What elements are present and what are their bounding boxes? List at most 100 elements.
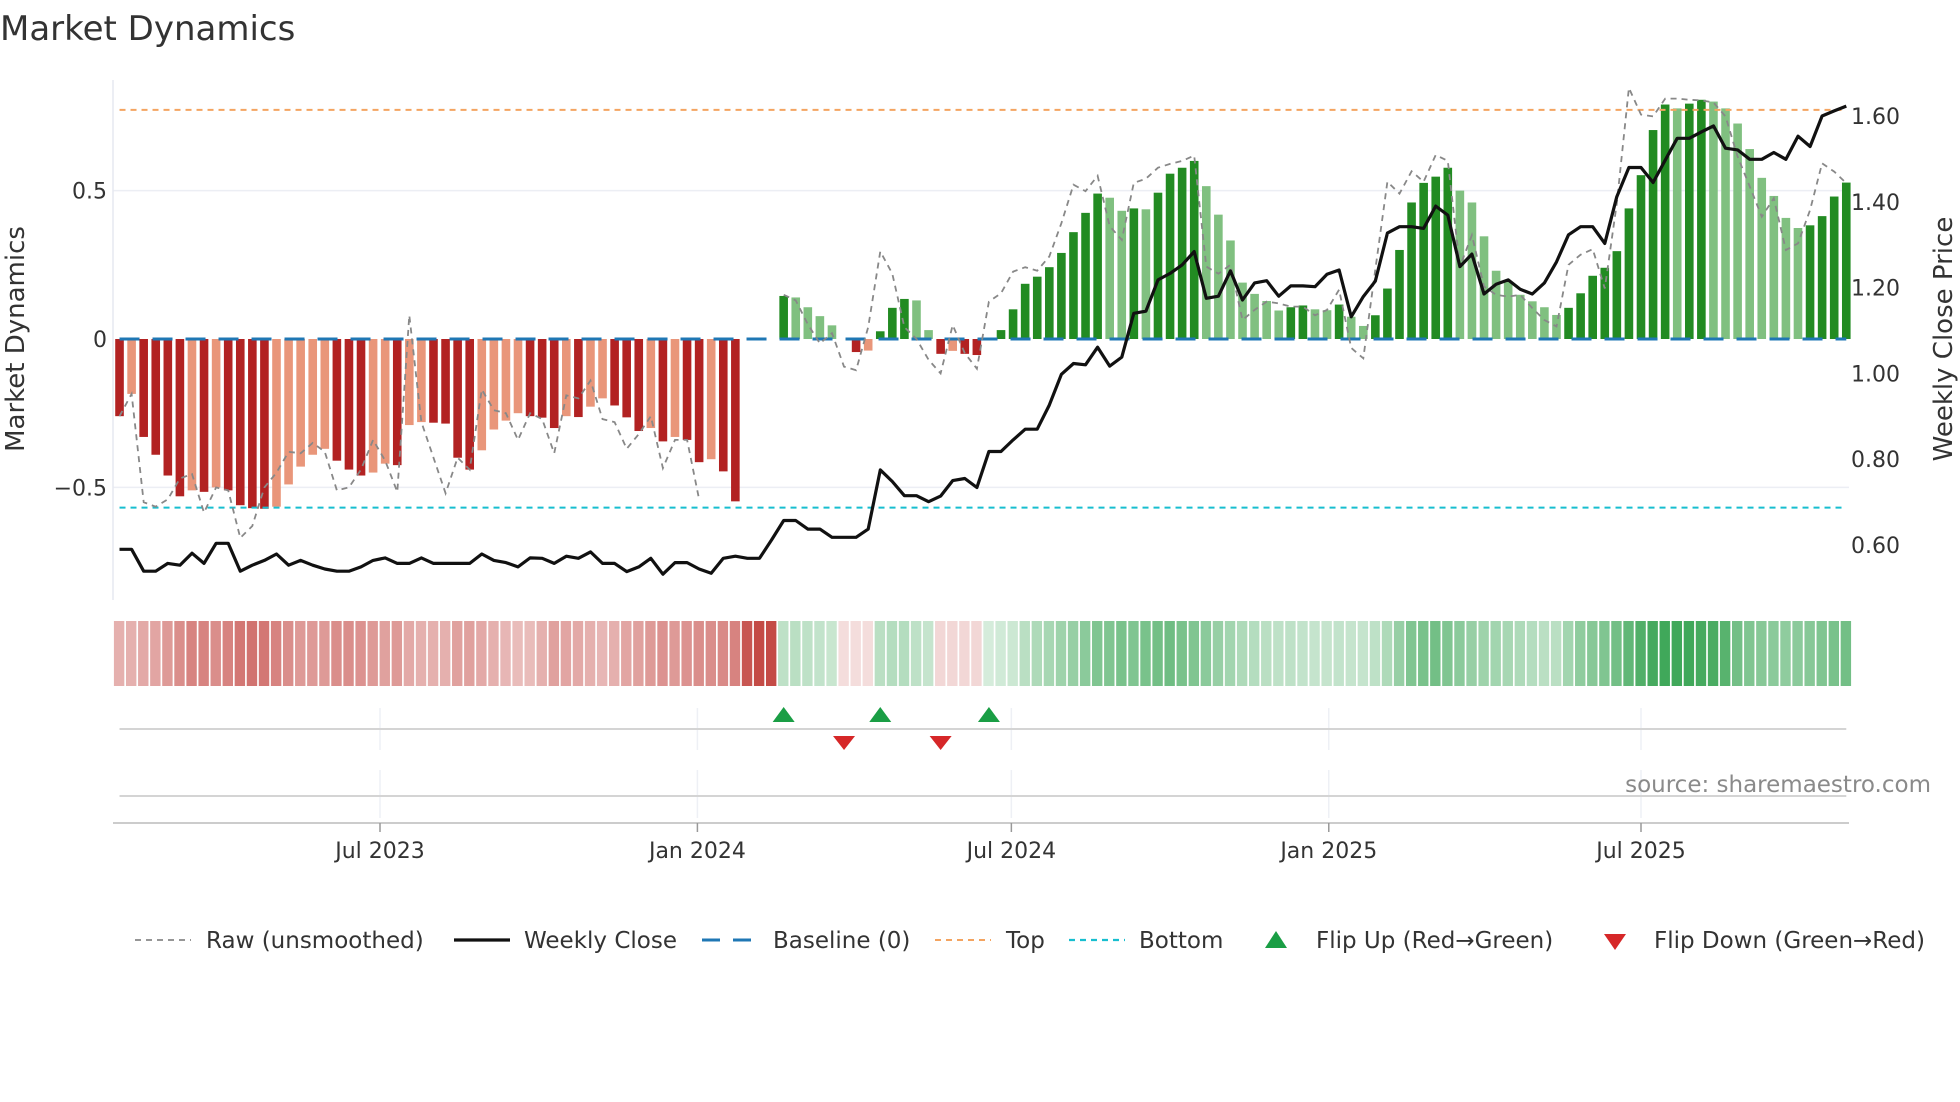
chart-title: Market Dynamics (0, 9, 295, 49)
regime-cell (1381, 621, 1393, 686)
legend: Raw (unsmoothed) Weekly Close Baseline (0)… (135, 928, 1925, 954)
legend-label: Weekly Close (524, 928, 677, 954)
regime-cell (512, 621, 523, 686)
regime-cell (1104, 621, 1115, 686)
flip-down-marker (929, 736, 952, 750)
regime-cell (295, 621, 306, 686)
momentum-bar (1105, 197, 1114, 339)
regime-cell (1466, 621, 1477, 686)
momentum-bar (1226, 240, 1235, 339)
regime-cell (403, 621, 415, 686)
momentum-bar (501, 339, 511, 421)
x-tick-label: Jan 2025 (1278, 839, 1377, 864)
momentum-bar (622, 339, 631, 418)
regime-cell (1176, 621, 1187, 686)
momentum-bar (417, 339, 426, 423)
momentum-bar (127, 339, 136, 394)
regime-cell (355, 621, 366, 686)
regime-cell (524, 621, 535, 686)
flip-down-marker (833, 736, 856, 750)
momentum-bar (1491, 270, 1501, 339)
momentum-bar (537, 339, 547, 418)
legend-label: Raw (unsmoothed) (206, 928, 424, 954)
momentum-bar (356, 339, 366, 476)
regime-cell (1333, 621, 1344, 686)
regime-cell (1345, 621, 1356, 686)
regime-cell (1357, 621, 1369, 686)
regime-cell (331, 621, 342, 686)
right-tick-label: 1.40 (1851, 191, 1900, 216)
right-tick-label: 0.60 (1851, 534, 1900, 559)
momentum-bar (1214, 214, 1223, 339)
momentum-bar (199, 339, 209, 492)
momentum-bar (344, 339, 354, 470)
regime-cell (814, 621, 825, 686)
regime-cell (258, 621, 270, 686)
regime-cell (1297, 621, 1308, 686)
momentum-bar (1383, 288, 1392, 339)
momentum-bar (175, 339, 185, 497)
momentum-bar (332, 339, 342, 461)
regime-cell (1079, 621, 1091, 686)
regime-cell (307, 621, 318, 686)
momentum-bar (1081, 212, 1090, 339)
momentum-bar (368, 339, 378, 473)
regime-cell (319, 621, 330, 686)
legend-label: Baseline (0) (773, 928, 910, 954)
regime-cell (935, 621, 946, 686)
regime-cell (1442, 621, 1453, 686)
momentum-bar (562, 339, 571, 417)
momentum-bar (731, 339, 740, 502)
momentum-bar (851, 339, 861, 353)
left-tick-label: −0.5 (54, 476, 107, 501)
momentum-bar (718, 339, 728, 472)
regime-cell (1369, 621, 1381, 686)
regime-cell (910, 621, 922, 686)
regime-cell (464, 621, 475, 686)
legend-label: Flip Up (Red→Green) (1316, 928, 1553, 954)
regime-cell (1599, 621, 1610, 686)
momentum-bar (888, 307, 897, 339)
regime-cell (1792, 621, 1803, 686)
right-axis-ticks: 0.60 0.80 1.00 1.20 1.40 1.60 (1851, 105, 1900, 559)
momentum-bar (1576, 293, 1585, 339)
regime-cell (174, 621, 185, 686)
regime-cell (367, 621, 378, 686)
momentum-bar (1407, 202, 1416, 339)
regime-cell (1671, 621, 1683, 686)
regime-cell (645, 621, 656, 686)
right-axis-title: Weekly Close Price (1929, 217, 1959, 462)
regime-cell (1224, 621, 1236, 686)
regime-cell (1840, 621, 1852, 686)
momentum-bar (223, 339, 233, 491)
momentum-bar (489, 339, 499, 430)
regime-cell (1152, 621, 1163, 686)
regime-cell (1635, 621, 1646, 686)
momentum-bar (405, 339, 414, 426)
momentum-bar (682, 339, 692, 440)
regime-cell (1478, 621, 1489, 686)
momentum-bar (1769, 195, 1779, 339)
momentum-bar (1286, 307, 1296, 339)
regime-cell (234, 621, 246, 686)
regime-cell (246, 621, 258, 686)
regime-cell (1695, 621, 1707, 686)
left-axis-ticks: 0.5 0 −0.5 (54, 180, 107, 502)
regime-cell (1043, 621, 1055, 686)
regime-cell (1744, 621, 1755, 686)
regime-cell (427, 621, 439, 686)
regime-cell (1816, 621, 1827, 686)
market-dynamics-chart: Market Dynamics 0.5 0 −0.5 0.60 0.80 1.00 1.2… (0, 9, 1959, 954)
regime-cell (1116, 621, 1127, 686)
regime-cell (1780, 621, 1791, 686)
regime-cell (572, 621, 584, 686)
flip-up-marker (869, 707, 892, 722)
momentum-bar (284, 339, 293, 485)
momentum-bar (1322, 310, 1332, 339)
momentum-bar (1165, 173, 1175, 339)
momentum-bar (1032, 276, 1042, 339)
momentum-bar (1346, 316, 1356, 339)
regime-cell (125, 621, 137, 686)
momentum-bar (815, 316, 825, 339)
regime-cell (1273, 621, 1284, 686)
